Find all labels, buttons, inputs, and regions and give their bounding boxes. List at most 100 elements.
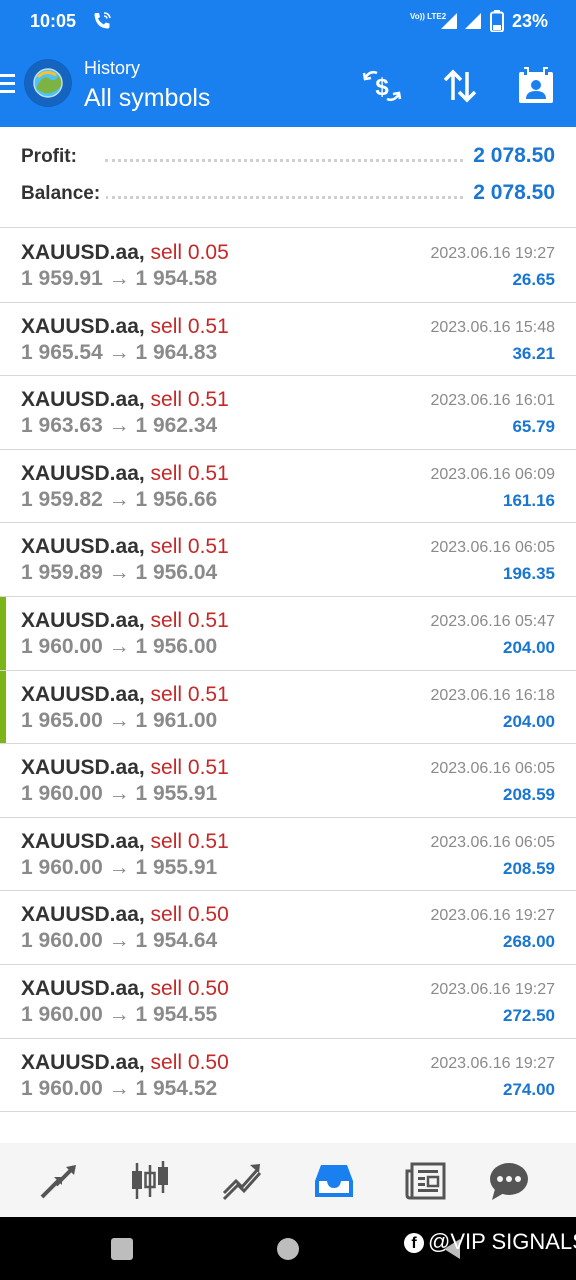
trade-prices: 1 960.00 → 1 955.91 xyxy=(21,856,217,880)
trade-row[interactable]: XAUUSD.aa, sell 0.51 1 963.63 → 1 962.34 2… xyxy=(0,376,576,450)
trade-symbol-line: XAUUSD.aa, sell 0.51 xyxy=(21,388,229,412)
trade-marker xyxy=(0,670,6,744)
trade-row[interactable]: XAUUSD.aa, sell 0.51 1 960.00 → 1 955.91 2… xyxy=(0,818,576,892)
trade-row[interactable]: XAUUSD.aa, sell 0.51 1 965.54 → 1 964.83 2… xyxy=(0,303,576,377)
trade-symbol-line: XAUUSD.aa, sell 0.51 xyxy=(21,315,229,339)
recent-apps-button[interactable] xyxy=(111,1238,133,1260)
trade-symbol-line: XAUUSD.aa, sell 0.51 xyxy=(21,683,229,707)
trade-date: 2023.06.16 19:27 xyxy=(430,980,555,998)
chat-icon[interactable] xyxy=(487,1159,531,1203)
trade-profit: 26.65 xyxy=(512,270,555,289)
trade-symbol-line: XAUUSD.aa, sell 0.50 xyxy=(21,977,229,1001)
wifi-call-icon xyxy=(94,12,111,29)
trade-symbol: XAUUSD.aa, xyxy=(21,829,145,853)
trade-symbol: XAUUSD.aa, xyxy=(21,1050,145,1074)
trade-row[interactable]: XAUUSD.aa, sell 0.50 1 960.00 → 1 954.64 2… xyxy=(0,891,576,965)
arrow-icon: → xyxy=(108,634,130,658)
calendar-period-icon[interactable] xyxy=(516,66,556,106)
trade-prices: 1 965.00 → 1 961.00 xyxy=(21,709,217,733)
trade-open-price: 1 959.82 xyxy=(21,487,103,511)
metatrader-logo-icon xyxy=(24,59,72,107)
battery-percent: 23% xyxy=(512,11,549,31)
trade-side: sell 0.51 xyxy=(150,608,229,632)
trade-date: 2023.06.16 06:05 xyxy=(430,760,555,778)
trade-prices: 1 963.63 → 1 962.34 xyxy=(21,414,217,438)
balance-label: Balance: xyxy=(21,183,107,205)
chart-icon[interactable] xyxy=(128,1159,172,1203)
facebook-icon: f xyxy=(404,1233,424,1253)
trade-row[interactable]: XAUUSD.aa, sell 0.51 1 959.82 → 1 956.66 2… xyxy=(0,450,576,524)
quotes-icon[interactable] xyxy=(36,1159,80,1203)
trade-symbol: XAUUSD.aa, xyxy=(21,314,145,338)
trade-prices: 1 960.00 → 1 956.00 xyxy=(21,635,217,659)
trade-date: 2023.06.16 15:48 xyxy=(430,318,555,336)
trade-row[interactable]: XAUUSD.aa, sell 0.51 1 960.00 → 1 955.91 2… xyxy=(0,744,576,818)
trade-close-price: 1 956.00 xyxy=(135,634,218,658)
history-icon[interactable] xyxy=(312,1159,356,1203)
arrow-icon: → xyxy=(108,1076,130,1100)
trade-side: sell 0.51 xyxy=(150,535,229,559)
trade-symbol: XAUUSD.aa, xyxy=(21,241,145,264)
trade-open-price: 1 959.91 xyxy=(21,267,103,290)
trade-side: sell 0.51 xyxy=(150,461,229,485)
trade-row[interactable]: XAUUSD.aa, sell 0.50 1 960.00 → 1 954.55 2… xyxy=(0,965,576,1039)
trade-side: sell 0.51 xyxy=(150,829,229,853)
arrow-icon: → xyxy=(108,1002,130,1026)
trade-date: 2023.06.16 19:27 xyxy=(430,1054,555,1072)
trade-row[interactable]: XAUUSD.aa, sell 0.51 1 959.89 → 1 956.04 2… xyxy=(0,523,576,597)
trade-row[interactable]: XAUUSD.aa, sell 0.51 1 960.00 → 1 956.00 2… xyxy=(0,596,576,671)
trade-prices: 1 960.00 → 1 954.55 xyxy=(21,1003,217,1027)
leader-dots xyxy=(105,159,463,162)
trade-date: 2023.06.16 06:09 xyxy=(430,465,555,483)
trade-profit: 274.00 xyxy=(503,1079,555,1099)
app-bar-title[interactable]: All symbols xyxy=(84,84,210,113)
trade-symbol: XAUUSD.aa, xyxy=(21,461,145,485)
trade-profit: 65.79 xyxy=(512,417,555,437)
summary-panel: Profit: 2 078.50 Balance: 2 078.50 xyxy=(0,130,576,228)
trade-prices: 1 959.89 → 1 956.04 xyxy=(21,561,217,585)
trade-row[interactable]: XAUUSD.aa, sell 0.50 1 960.00 → 1 954.52 2… xyxy=(0,1039,576,1113)
trade-prices: 1 959.91 → 1 954.58 xyxy=(21,267,217,291)
menu-icon[interactable] xyxy=(0,74,16,96)
signal-icon-2 xyxy=(465,13,481,29)
arrow-icon: → xyxy=(108,708,130,732)
trade-profit: 204.00 xyxy=(503,711,555,731)
news-icon[interactable] xyxy=(404,1159,448,1203)
profit-value: 2 078.50 xyxy=(467,144,555,168)
arrow-icon: → xyxy=(108,487,130,511)
trade-open-price: 1 960.00 xyxy=(21,929,103,953)
trade-open-price: 1 960.00 xyxy=(21,1002,103,1026)
trade-open-price: 1 963.63 xyxy=(21,414,103,438)
battery-icon xyxy=(490,10,504,32)
trade-icon[interactable] xyxy=(220,1159,264,1203)
home-button[interactable] xyxy=(277,1238,299,1260)
trade-profit: 36.21 xyxy=(512,343,555,363)
trade-side: sell 0.51 xyxy=(150,756,229,780)
trade-symbol-line: XAUUSD.aa, sell 0.50 xyxy=(21,903,229,927)
trade-open-price: 1 965.54 xyxy=(21,340,103,364)
trade-symbol: XAUUSD.aa, xyxy=(21,608,145,632)
trade-row[interactable]: XAUUSD.aa, sell 0.05 1 959.91 → 1 954.58 2… xyxy=(0,229,576,303)
trade-open-price: 1 959.89 xyxy=(21,561,103,585)
trade-close-price: 1 962.34 xyxy=(135,414,218,438)
trade-symbol-line: XAUUSD.aa, sell 0.51 xyxy=(21,462,229,486)
trade-side: sell 0.51 xyxy=(150,314,229,338)
arrow-icon: → xyxy=(108,561,130,585)
sort-icon[interactable] xyxy=(440,66,480,106)
trade-marker xyxy=(0,596,6,670)
trade-close-price: 1 955.91 xyxy=(135,855,218,879)
trade-profit: 208.59 xyxy=(503,858,555,878)
trade-profit: 272.50 xyxy=(503,1005,555,1025)
trade-side: sell 0.51 xyxy=(150,682,229,706)
trade-profit: 161.16 xyxy=(503,490,555,510)
trade-side: sell 0.50 xyxy=(150,976,229,1000)
trade-profit: 208.59 xyxy=(503,785,555,805)
deposit-withdraw-icon[interactable]: $ xyxy=(362,66,402,106)
trade-close-price: 1 964.83 xyxy=(135,340,218,364)
trade-close-price: 1 954.52 xyxy=(135,1076,218,1100)
profit-label: Profit: xyxy=(21,146,83,168)
signal-icon xyxy=(441,13,457,29)
trade-date: 2023.06.16 16:01 xyxy=(430,392,555,410)
trade-row[interactable]: XAUUSD.aa, sell 0.51 1 965.00 → 1 961.00 2… xyxy=(0,670,576,745)
watermark-text: @VIP SIGNALS xyxy=(428,1229,576,1254)
